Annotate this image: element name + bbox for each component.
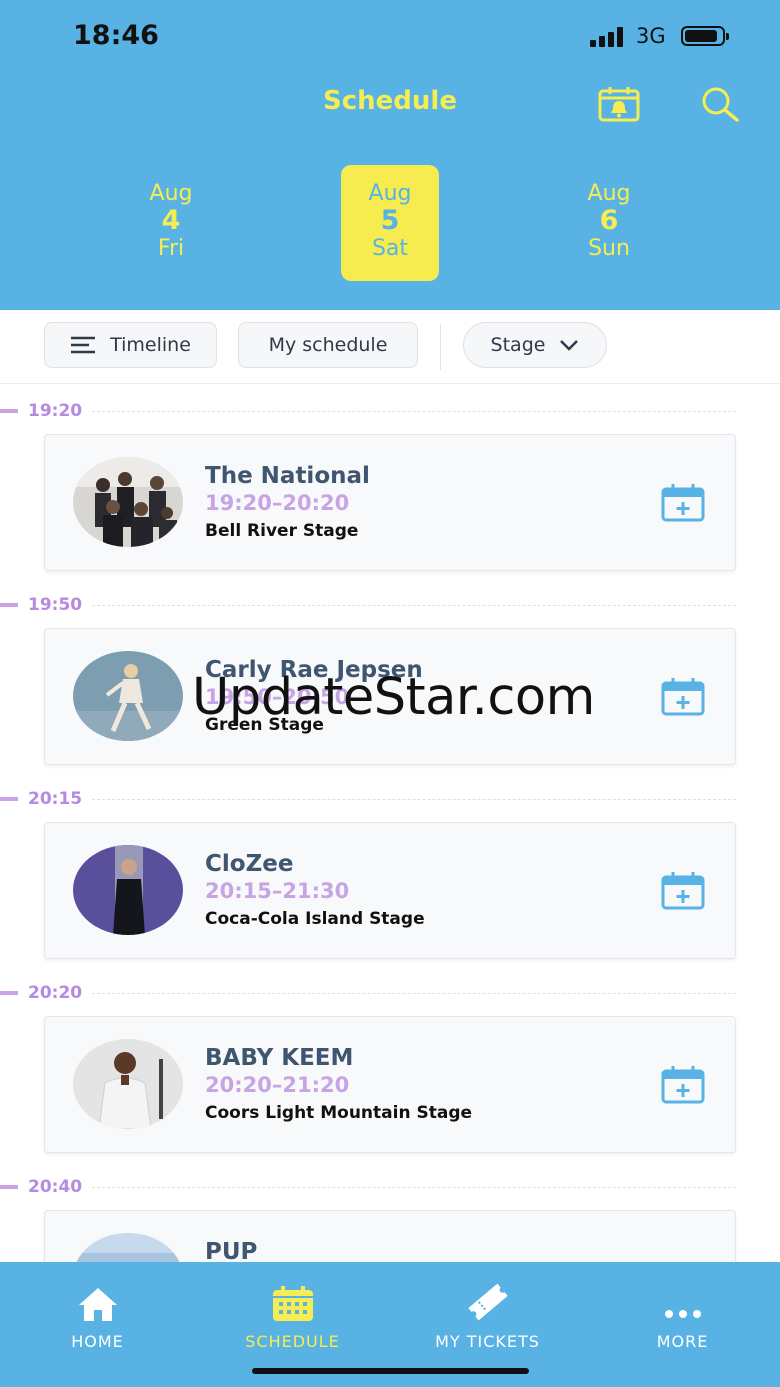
filter-bar: Timeline My schedule Stage (0, 310, 780, 384)
slot-time: 20:40 (28, 1177, 83, 1197)
add-to-calendar-icon[interactable] (661, 1065, 705, 1105)
artist-photo (73, 457, 183, 547)
filter-divider (440, 324, 441, 370)
timeline-label: Timeline (110, 334, 191, 356)
set-time: 19:20–20:20 (205, 491, 350, 515)
status-time: 18:46 (73, 20, 159, 51)
my-schedule-label: My schedule (268, 334, 388, 356)
stage-name: Coca-Cola Island Stage (205, 909, 425, 929)
watermark: UpdateStar.com (192, 668, 595, 727)
schedule-calendar-icon (272, 1286, 313, 1321)
set-time: 20:15–21:30 (205, 879, 350, 903)
tab-home[interactable]: HOME (0, 1262, 195, 1351)
ticket-icon (467, 1283, 508, 1321)
tab-home-label: HOME (71, 1332, 124, 1351)
tab-my-tickets[interactable]: MY TICKETS (390, 1262, 585, 1351)
stage-dropdown[interactable]: Stage (463, 322, 607, 368)
add-to-calendar-icon[interactable] (661, 871, 705, 911)
tab-more-label: MORE (656, 1332, 709, 1351)
slot-time: 20:15 (28, 789, 83, 809)
slot-time: 20:20 (28, 983, 83, 1003)
stage-label: Stage (490, 334, 546, 356)
header: 18:46 3G Schedule Aug 4 Fri Aug 5 Sat Au… (0, 0, 780, 310)
timeline-button[interactable]: Timeline (44, 322, 217, 368)
artist-name: BABY KEEM (205, 1045, 354, 1071)
artist-photo (73, 651, 183, 741)
add-to-calendar-icon[interactable] (661, 483, 705, 523)
artist-photo (73, 1039, 183, 1129)
slot-time: 19:20 (28, 401, 83, 421)
event-card[interactable]: The National 19:20–20:20 Bell River Stag… (44, 434, 736, 571)
tab-schedule[interactable]: SCHEDULE (195, 1262, 390, 1351)
artist-name: CloZee (205, 851, 294, 877)
slot-time: 19:50 (28, 595, 83, 615)
search-icon[interactable] (700, 86, 740, 126)
battery-icon (681, 26, 729, 46)
event-card[interactable]: BABY KEEM 20:20–21:20 Coors Light Mounta… (44, 1016, 736, 1153)
chevron-down-icon (560, 340, 579, 351)
my-schedule-button[interactable]: My schedule (238, 322, 418, 368)
stage-name: Coors Light Mountain Stage (205, 1103, 473, 1123)
tab-more[interactable]: MORE (585, 1262, 780, 1351)
tab-my-tickets-label: MY TICKETS (435, 1332, 540, 1351)
signal-icon (590, 27, 628, 47)
add-to-calendar-icon[interactable] (661, 677, 705, 717)
more-dots-icon (664, 1310, 701, 1318)
home-icon (78, 1288, 117, 1321)
home-indicator (252, 1368, 529, 1374)
event-card[interactable]: CloZee 20:15–21:30 Coca-Cola Island Stag… (44, 822, 736, 959)
artist-photo (73, 845, 183, 935)
date-aug-4[interactable]: Aug 4 Fri (122, 165, 220, 281)
tab-schedule-label: SCHEDULE (245, 1332, 340, 1351)
set-time: 20:20–21:20 (205, 1073, 350, 1097)
list-icon (71, 336, 96, 354)
network-type: 3G (636, 24, 666, 48)
date-aug-6[interactable]: Aug 6 Sun (560, 165, 658, 281)
stage-name: Bell River Stage (205, 521, 359, 541)
page-title: Schedule (323, 86, 457, 116)
calendar-alert-icon[interactable] (598, 86, 640, 126)
artist-name: The National (205, 463, 370, 489)
date-aug-5-selected[interactable]: Aug 5 Sat (341, 165, 439, 281)
